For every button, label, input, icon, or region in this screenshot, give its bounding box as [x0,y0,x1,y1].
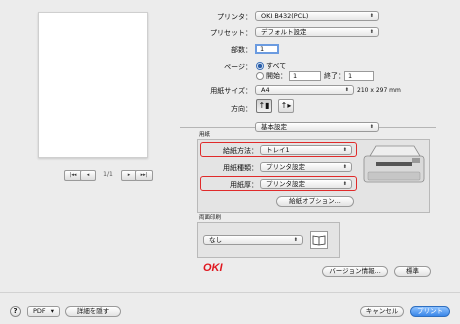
pdf-label: PDF [32,307,46,315]
orientation-label: 方向： [231,105,252,113]
version-info-button[interactable]: バージョン情報... [322,266,388,277]
printer-popup[interactable]: OKI B432(PCL) ⬍ [255,11,379,21]
type-popup[interactable]: プリンタ設定 ⬍ [260,162,352,172]
preset-popup[interactable]: デフォルト設定 ⬍ [255,27,379,37]
pdf-button[interactable]: PDF ▾ [27,306,60,317]
help-button[interactable]: ? [10,306,21,317]
hide-details-button[interactable]: 詳細を隠す [65,306,121,317]
pages-to-label: 終了： [324,72,345,80]
popup-arrow-icon: ⬍ [369,13,374,19]
source-label: 給紙方法： [223,147,258,155]
page-indicator: 1/1 [103,171,113,178]
printer-value: OKI B432(PCL) [261,12,309,20]
source-value: トレイ1 [266,146,290,154]
popup-arrow-icon: ⬍ [369,124,374,130]
oki-logo: OKI [203,262,223,274]
preset-label: プリセット： [210,29,252,37]
section-value: 基本設定 [261,123,287,131]
weight-value: プリンタ設定 [266,180,305,188]
landscape-button[interactable]: ↑▸ [278,99,294,113]
copies-field[interactable]: 1 [255,44,279,54]
printer-label: プリンタ： [217,13,252,21]
popup-arrow-icon: ⬍ [342,164,347,170]
cancel-button[interactable]: キャンセル [360,306,404,317]
copies-label: 部数： [231,46,252,54]
duplex-popup[interactable]: なし ⬍ [203,235,303,245]
last-page-button[interactable]: ▸▸| [135,170,153,181]
page-preview [38,12,148,158]
duplex-value: なし [209,236,222,244]
pages-from-label: 開始： [266,72,287,80]
popup-arrow-icon: ⬍ [293,237,298,243]
type-value: プリンタ設定 [266,163,305,171]
pages-range-radio[interactable] [256,72,264,80]
pages-all-radio[interactable] [256,62,264,70]
paper-size-label: 用紙サイズ： [210,87,252,95]
weight-label: 用紙厚： [230,181,258,189]
duplex-group-title: 両面印刷 [199,215,222,221]
paper-options-button[interactable]: 給紙オプション... [276,196,354,207]
section-popup[interactable]: 基本設定 ⬍ [255,122,379,132]
pages-from-field[interactable]: 1 [289,71,321,81]
portrait-button[interactable]: ↑▮ [256,99,272,113]
paper-group-title: 用紙 [199,132,211,138]
pages-label: ページ： [224,63,252,71]
pages-to-field[interactable]: 1 [344,71,374,81]
paper-dimensions: 210 x 297 mm [357,87,401,94]
popup-arrow-icon: ⬍ [342,147,347,153]
prev-page-button[interactable]: ◂ [80,170,96,181]
default-button[interactable]: 標準 [394,266,431,277]
preset-value: デフォルト設定 [261,28,307,36]
popup-arrow-icon: ⬍ [342,181,347,187]
print-button[interactable]: プリント [410,306,450,317]
source-popup[interactable]: トレイ1 ⬍ [260,145,352,155]
paper-size-popup[interactable]: A4 ⬍ [255,85,354,95]
popup-arrow-icon: ⬍ [344,87,349,93]
pages-all-label: すべて [266,62,287,70]
paper-size-value: A4 [261,86,270,94]
weight-popup[interactable]: プリンタ設定 ⬍ [260,179,352,189]
popup-arrow-icon: ⬍ [369,29,374,35]
type-label: 用紙種類： [223,164,258,172]
bottom-divider [0,292,460,293]
printer-image [363,145,425,183]
dropdown-arrow-icon: ▾ [50,307,54,315]
duplex-book-icon [310,231,328,249]
